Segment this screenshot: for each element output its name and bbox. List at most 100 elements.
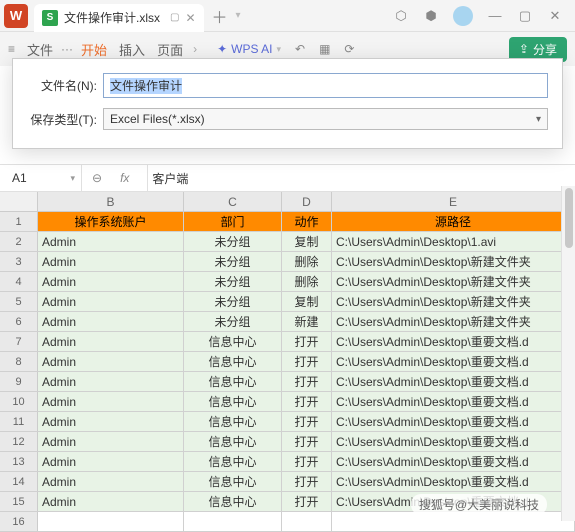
row-number[interactable]: 12 [0, 432, 38, 451]
document-tab[interactable]: S 文件操作审计.xlsx ▢ ✕ [34, 4, 204, 32]
menu-more[interactable]: ··· [61, 42, 73, 56]
cell[interactable]: 打开 [282, 472, 332, 491]
header-cell[interactable]: 动作 [282, 212, 332, 231]
close-tab-icon[interactable]: ✕ [185, 11, 195, 25]
cell[interactable]: 删除 [282, 272, 332, 291]
fx-icon[interactable]: fx [112, 171, 137, 185]
filetype-select[interactable]: Excel Files(*.xlsx) ▾ [103, 108, 548, 130]
row-number[interactable]: 1 [0, 212, 38, 231]
refresh-icon[interactable]: ⟳ [344, 42, 354, 56]
column-header[interactable]: D [282, 192, 332, 211]
row-number[interactable]: 2 [0, 232, 38, 251]
cell[interactable]: Admin [38, 432, 184, 451]
row-number[interactable]: 14 [0, 472, 38, 491]
hamburger-icon[interactable]: ≡ [8, 42, 15, 56]
cell[interactable]: 打开 [282, 432, 332, 451]
cell[interactable]: Admin [38, 292, 184, 311]
cell[interactable]: Admin [38, 412, 184, 431]
cell[interactable]: 未分组 [184, 272, 282, 291]
close-window-icon[interactable]: ✕ [547, 8, 563, 24]
nav-right-icon[interactable]: › [191, 42, 199, 56]
column-header[interactable]: C [184, 192, 282, 211]
cell[interactable]: C:\Users\Admin\Desktop\重要文档.d [332, 412, 575, 431]
cell[interactable]: C:\Users\Admin\Desktop\1.avi [332, 232, 575, 251]
row-number[interactable]: 6 [0, 312, 38, 331]
row-number[interactable]: 4 [0, 272, 38, 291]
select-all-corner[interactable] [0, 192, 38, 211]
cell[interactable]: C:\Users\Admin\Desktop\重要文档.d [332, 372, 575, 391]
cell[interactable]: 信息中心 [184, 392, 282, 411]
header-cell[interactable]: 源路径 [332, 212, 575, 231]
cell[interactable]: Admin [38, 312, 184, 331]
cell[interactable]: 信息中心 [184, 412, 282, 431]
cell[interactable]: 打开 [282, 412, 332, 431]
row-number[interactable]: 3 [0, 252, 38, 271]
cell[interactable]: 新建 [282, 312, 332, 331]
cell[interactable]: 打开 [282, 372, 332, 391]
header-cell[interactable]: 部门 [184, 212, 282, 231]
cell[interactable]: 信息中心 [184, 472, 282, 491]
row-number[interactable]: 15 [0, 492, 38, 511]
cell[interactable]: Admin [38, 252, 184, 271]
cell[interactable]: C:\Users\Admin\Desktop\新建文件夹 [332, 292, 575, 311]
cell[interactable]: Admin [38, 332, 184, 351]
cloud-icon[interactable]: ⬡ [393, 8, 409, 24]
undo-icon[interactable]: ↶ [295, 42, 305, 56]
row-number[interactable]: 10 [0, 392, 38, 411]
cell[interactable]: C:\Users\Admin\Desktop\新建文件夹 [332, 272, 575, 291]
cell[interactable]: 复制 [282, 232, 332, 251]
pin-icon[interactable]: ▢ [170, 12, 179, 23]
cell[interactable]: Admin [38, 372, 184, 391]
cell[interactable]: 未分组 [184, 292, 282, 311]
cell[interactable]: 信息中心 [184, 492, 282, 511]
cell[interactable]: C:\Users\Admin\Desktop\重要文档.d [332, 452, 575, 471]
zoom-icon[interactable]: ⊖ [92, 171, 102, 185]
cell[interactable]: 未分组 [184, 252, 282, 271]
new-tab-button[interactable]: ＋ [212, 4, 228, 28]
cell[interactable]: 信息中心 [184, 372, 282, 391]
row-number[interactable]: 13 [0, 452, 38, 471]
cell[interactable]: 打开 [282, 332, 332, 351]
cell[interactable]: 信息中心 [184, 432, 282, 451]
cell[interactable]: Admin [38, 272, 184, 291]
cell[interactable]: C:\Users\Admin\Desktop\重要文档.d [332, 352, 575, 371]
wps-ai-button[interactable]: ✦ WPS AI ▾ [217, 42, 281, 56]
cell[interactable]: Admin [38, 232, 184, 251]
cell[interactable]: Admin [38, 352, 184, 371]
box-icon[interactable]: ⬢ [423, 8, 439, 24]
vertical-scrollbar[interactable] [561, 186, 575, 521]
column-header[interactable]: B [38, 192, 184, 211]
row-number[interactable]: 11 [0, 412, 38, 431]
cell[interactable]: Admin [38, 392, 184, 411]
cell[interactable] [184, 512, 282, 531]
cell[interactable]: C:\Users\Admin\Desktop\重要文档.d [332, 392, 575, 411]
row-number[interactable]: 9 [0, 372, 38, 391]
cell[interactable]: C:\Users\Admin\Desktop\重要文档.d [332, 472, 575, 491]
row-number[interactable]: 16 [0, 512, 38, 531]
user-avatar[interactable] [453, 6, 473, 26]
column-header[interactable]: E [332, 192, 575, 211]
cell[interactable]: 打开 [282, 352, 332, 371]
cell[interactable]: 复制 [282, 292, 332, 311]
cell[interactable]: 未分组 [184, 312, 282, 331]
cell[interactable]: 未分组 [184, 232, 282, 251]
scroll-thumb[interactable] [565, 188, 573, 248]
cell[interactable]: 信息中心 [184, 352, 282, 371]
cell[interactable]: 删除 [282, 252, 332, 271]
cell[interactable]: C:\Users\Admin\Desktop\重要文档.d [332, 332, 575, 351]
cell[interactable] [282, 512, 332, 531]
cell[interactable]: 打开 [282, 392, 332, 411]
cell[interactable] [38, 512, 184, 531]
tab-chevron-icon[interactable]: ▾ [236, 10, 241, 21]
grid-icon[interactable]: ▦ [319, 42, 330, 56]
filename-input[interactable]: 文件操作审计 [103, 73, 548, 98]
cell[interactable]: 打开 [282, 452, 332, 471]
maximize-icon[interactable]: ▢ [517, 8, 533, 24]
header-cell[interactable]: 操作系统账户 [38, 212, 184, 231]
cell[interactable]: 打开 [282, 492, 332, 511]
cell[interactable]: 信息中心 [184, 332, 282, 351]
formula-content[interactable]: 客户端 [148, 170, 192, 187]
cell[interactable]: Admin [38, 492, 184, 511]
name-box[interactable]: A1 ▾ [0, 165, 82, 191]
cell[interactable]: Admin [38, 452, 184, 471]
